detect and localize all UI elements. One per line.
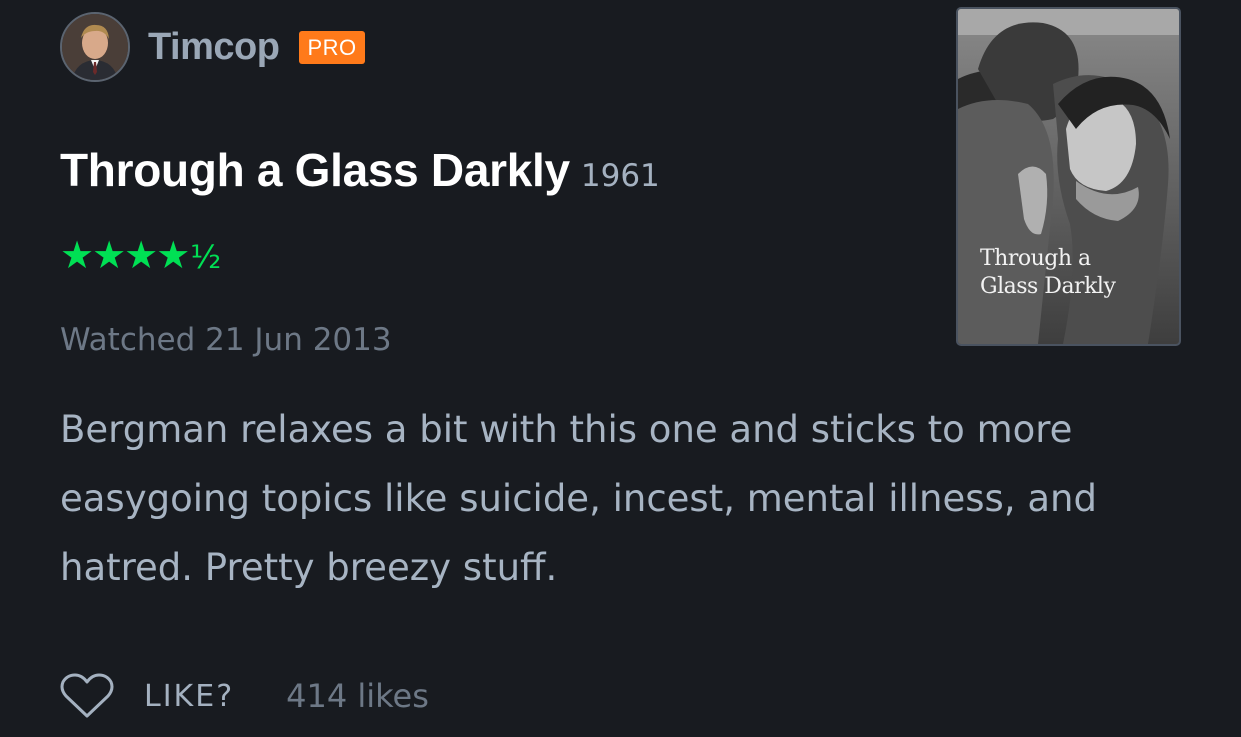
poster-title-line-2: Glass Darkly bbox=[980, 274, 1116, 299]
like-button[interactable]: LIKE? bbox=[144, 679, 234, 714]
username[interactable]: Timcop bbox=[148, 26, 280, 69]
review-text: Bergman relaxes a bit with this one and … bbox=[60, 408, 1097, 589]
film-title[interactable]: Through a Glass Darkly bbox=[60, 144, 570, 196]
film-title-row: Through a Glass Darkly 1961 bbox=[60, 143, 660, 197]
review-footer: LIKE? 414 likes bbox=[60, 672, 429, 720]
film-poster[interactable]: Through a Glass Darkly bbox=[956, 7, 1181, 346]
watched-date: Watched 21 Jun 2013 bbox=[60, 322, 392, 358]
review-header: Timcop PRO bbox=[60, 12, 365, 82]
review-page: Timcop PRO Through a Glass Darkly 1961 ★… bbox=[0, 0, 1241, 737]
heart-icon[interactable] bbox=[60, 672, 114, 720]
likes-count[interactable]: 414 likes bbox=[286, 677, 429, 715]
avatar[interactable] bbox=[60, 12, 130, 82]
star-rating: ★★★★½ bbox=[60, 230, 221, 282]
rating-half-star: ½ bbox=[190, 238, 222, 276]
film-year[interactable]: 1961 bbox=[581, 158, 660, 194]
poster-title: Through a Glass Darkly bbox=[980, 245, 1116, 301]
poster-title-line-1: Through a bbox=[980, 246, 1091, 271]
rating-stars: ★★★★ bbox=[60, 233, 190, 277]
pro-badge: PRO bbox=[299, 30, 365, 64]
